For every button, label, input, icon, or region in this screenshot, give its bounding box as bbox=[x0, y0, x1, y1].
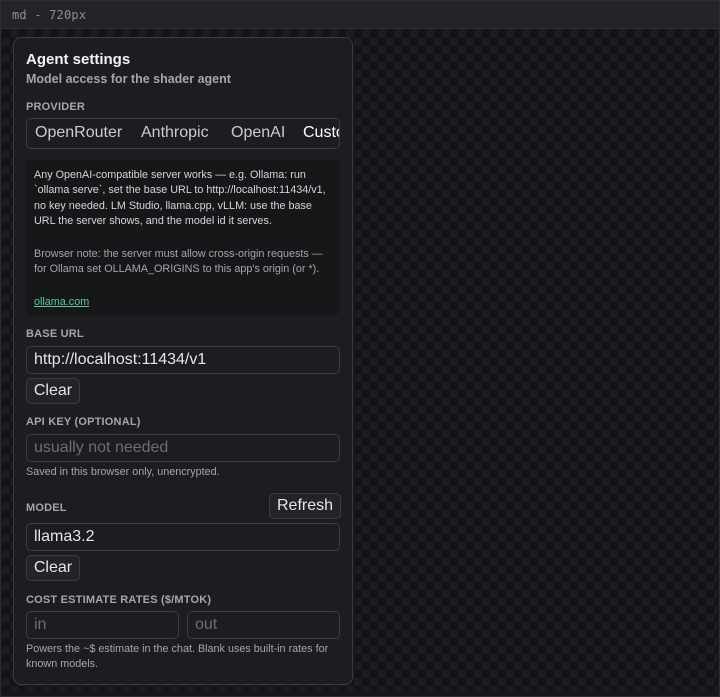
model-value: llama3.2 bbox=[34, 528, 95, 545]
cost-in-placeholder: in bbox=[34, 616, 47, 633]
frame-label: md - 720px bbox=[12, 8, 87, 22]
agent-settings-panel: Agent settings Model access for the shad… bbox=[13, 37, 353, 685]
note-browser-warning: Browser note: the server must allow cros… bbox=[34, 248, 323, 276]
cost-out-input[interactable]: out bbox=[187, 611, 340, 639]
ollama-link[interactable]: ollama.com bbox=[34, 296, 89, 308]
panel-subtitle: Model access for the shader agent bbox=[26, 72, 231, 86]
base-url-label: BASE URL bbox=[26, 328, 84, 340]
model-input[interactable]: llama3.2 bbox=[26, 523, 340, 551]
model-label: MODEL bbox=[26, 502, 67, 514]
tab-openrouter[interactable]: OpenRouter bbox=[35, 124, 122, 142]
api-key-placeholder: usually not needed bbox=[34, 439, 169, 456]
base-url-input[interactable]: http://localhost:11434/v1 bbox=[26, 346, 340, 374]
clear-base-url-button[interactable]: Clear bbox=[26, 378, 80, 404]
note-instructions: Any OpenAI-compatible server works — e.g… bbox=[34, 169, 326, 227]
provider-tabs: OpenRouter Anthropic OpenAI Custom bbox=[26, 118, 340, 149]
base-url-value: http://localhost:11434/v1 bbox=[34, 351, 207, 368]
frame-header: md - 720px bbox=[1, 1, 719, 29]
refresh-models-button[interactable]: Refresh bbox=[269, 493, 341, 519]
api-key-hint: Saved in this browser only, unencrypted. bbox=[26, 466, 220, 478]
cost-in-input[interactable]: in bbox=[26, 611, 179, 639]
tab-custom[interactable]: Custom bbox=[303, 124, 339, 142]
custom-provider-note: Any OpenAI-compatible server works — e.g… bbox=[26, 160, 340, 315]
cost-rates-hint: Powers the ~$ estimate in the chat. Blan… bbox=[26, 643, 329, 671]
tab-openai[interactable]: OpenAI bbox=[231, 124, 285, 142]
cost-out-placeholder: out bbox=[195, 616, 218, 633]
api-key-input[interactable]: usually not needed bbox=[26, 434, 340, 462]
tab-anthropic[interactable]: Anthropic bbox=[141, 124, 209, 142]
api-key-label: API KEY (OPTIONAL) bbox=[26, 416, 141, 428]
clear-model-button[interactable]: Clear bbox=[26, 555, 80, 581]
panel-title: Agent settings bbox=[26, 51, 131, 68]
preview-frame: md - 720px Agent settings Model access f… bbox=[0, 0, 720, 697]
cost-rates-label: COST ESTIMATE RATES ($/MTOK) bbox=[26, 594, 212, 606]
provider-label: PROVIDER bbox=[26, 101, 86, 113]
